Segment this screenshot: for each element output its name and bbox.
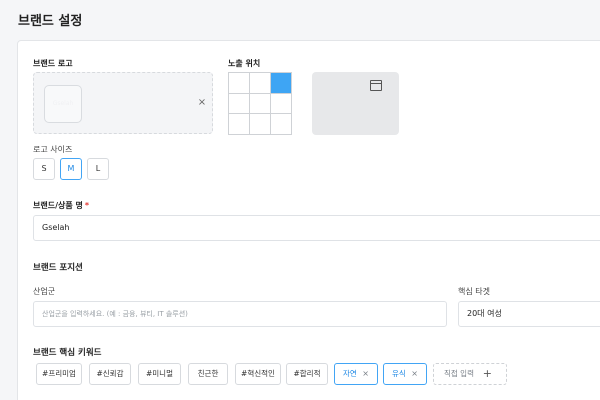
- size-button-l[interactable]: L: [87, 158, 109, 180]
- position-cell-top-right[interactable]: [271, 73, 292, 94]
- position-cell-bottom-right[interactable]: [271, 114, 292, 135]
- brand-name-label: 브랜드/상품 명 *: [33, 200, 89, 211]
- keyword-tag[interactable]: #혁신적인: [235, 363, 281, 385]
- logo-thumbnail-text: Gselah: [52, 100, 74, 107]
- position-grid: [228, 72, 292, 135]
- logo-upload-area[interactable]: Gselah ×: [33, 72, 213, 134]
- position-cell-middle-left[interactable]: [229, 93, 250, 115]
- remove-keyword-icon[interactable]: ×: [411, 364, 418, 384]
- brand-name-label-text: 브랜드/상품 명: [33, 201, 83, 210]
- browser-window-icon: [370, 80, 382, 91]
- keyword-custom-input[interactable]: 직접 입력 +: [433, 363, 507, 385]
- size-button-s[interactable]: S: [33, 158, 55, 180]
- industry-label: 산업군: [33, 287, 56, 296]
- position-cell-bottom-center[interactable]: [250, 114, 271, 135]
- keyword-tag[interactable]: #합리적: [286, 363, 328, 385]
- position-cell-bottom-left[interactable]: [229, 114, 250, 135]
- brand-position-title: 브랜드 포지션: [33, 263, 83, 273]
- page-title: 브랜드 설정: [18, 14, 83, 29]
- position-cell-top-center[interactable]: [250, 73, 271, 94]
- keyword-tag[interactable]: #미니멀: [138, 363, 181, 385]
- target-label: 핵심 타겟: [458, 287, 490, 296]
- logo-size-label: 로고 사이즈: [33, 145, 73, 154]
- logo-thumbnail: Gselah: [44, 85, 82, 123]
- position-label: 노출 위치: [228, 59, 261, 68]
- brand-logo-label: 브랜드 로고: [33, 59, 73, 68]
- add-keyword-icon[interactable]: +: [483, 364, 492, 384]
- remove-logo-icon[interactable]: ×: [196, 97, 208, 109]
- industry-input[interactable]: 산업군을 입력하세요. (예 : 금융, 뷰티, IT 솔루션): [33, 301, 447, 327]
- size-button-m[interactable]: M: [60, 158, 82, 180]
- keyword-tag[interactable]: #신뢰감: [89, 363, 131, 385]
- position-preview: [312, 72, 399, 135]
- required-mark: *: [84, 201, 90, 210]
- brand-name-input[interactable]: Gselah: [33, 215, 600, 241]
- keyword-tag[interactable]: 친근한: [188, 363, 228, 385]
- position-cell-middle-center[interactable]: [250, 93, 271, 115]
- selected-keyword-tag[interactable]: 유식 ×: [383, 363, 427, 385]
- selected-keyword-label: 유식: [392, 369, 406, 378]
- target-input[interactable]: 20대 여성: [458, 301, 600, 327]
- selected-keyword-tag[interactable]: 자연 ×: [334, 363, 378, 385]
- keywords-title: 브랜드 핵심 키워드: [33, 348, 102, 358]
- keyword-input-placeholder: 직접 입력: [444, 369, 474, 378]
- keyword-tag[interactable]: #프리미엄: [36, 363, 82, 385]
- selected-keyword-label: 자연: [343, 369, 357, 378]
- position-cell-middle-right[interactable]: [271, 93, 292, 115]
- remove-keyword-icon[interactable]: ×: [362, 364, 369, 384]
- position-cell-top-left[interactable]: [229, 73, 250, 94]
